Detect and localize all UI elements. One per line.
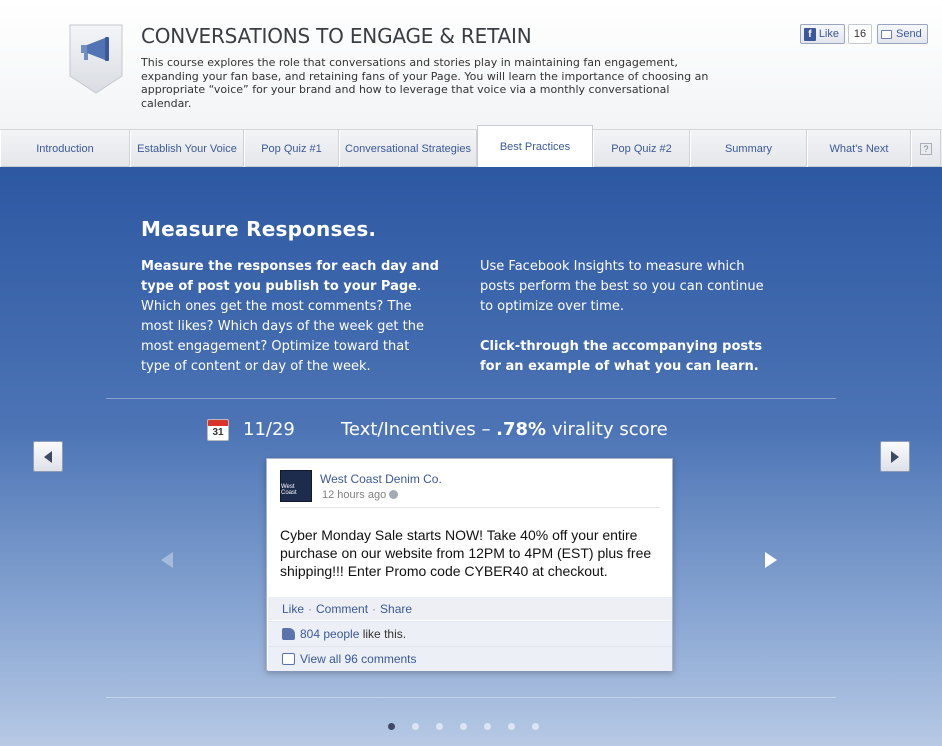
lesson-text-left-bold: Measure the responses for each day and t… xyxy=(141,259,439,294)
lesson-text-right: Use Facebook Insights to measure which p… xyxy=(480,257,780,377)
tab-summary[interactable]: Summary xyxy=(690,130,807,167)
virality-score-value: .78% xyxy=(496,419,547,440)
post-body-text: Cyber Monday Sale starts NOW! Take 40% o… xyxy=(280,527,652,579)
post-timestamp: 12 hours ago xyxy=(322,489,399,501)
course-title: CONVERSATIONS TO ENGAGE & RETAIN xyxy=(141,24,532,48)
separator-dot: · xyxy=(308,601,313,616)
arrow-left-icon xyxy=(44,450,52,463)
tab-best-practices[interactable]: Best Practices xyxy=(477,125,593,167)
comment-bubble-icon xyxy=(282,653,295,665)
comments-summary: View all 96 comments xyxy=(268,646,672,671)
lesson-text-right-p1: Use Facebook Insights to measure which p… xyxy=(480,259,764,314)
pagination-dot[interactable] xyxy=(508,723,515,730)
tab-establish-your-voice[interactable]: Establish Your Voice xyxy=(130,130,244,167)
divider xyxy=(106,697,836,698)
post-type-suffix: virality score xyxy=(546,419,668,440)
tab-conversational-strategies[interactable]: Conversational Strategies xyxy=(339,130,477,167)
likes-suffix: like this. xyxy=(359,627,407,641)
separator-dot: · xyxy=(372,601,377,616)
post-type-score: Text/Incentives – .78% virality score xyxy=(341,419,668,440)
previous-example-button[interactable] xyxy=(33,441,63,472)
pagination-dot[interactable] xyxy=(388,723,395,730)
course-nav-tabs: Introduction Establish Your Voice Pop Qu… xyxy=(0,125,942,167)
pagination-dot[interactable] xyxy=(412,723,419,730)
tab-help[interactable]: ? xyxy=(911,130,941,167)
arrow-right-icon xyxy=(891,450,899,463)
lesson-panel: Measure Responses. Measure the responses… xyxy=(0,167,942,746)
facebook-like-button[interactable]: f Like xyxy=(800,24,845,44)
previous-post-arrow-icon[interactable] xyxy=(161,552,173,568)
share-link[interactable]: Share xyxy=(380,602,412,616)
post-date: 11/29 xyxy=(243,419,295,440)
post-type-label: Text/Incentives – xyxy=(341,419,497,440)
page-name-link[interactable]: West Coast Denim Co. xyxy=(320,472,442,486)
pagination-dot[interactable] xyxy=(460,723,467,730)
facebook-send-button[interactable]: Send xyxy=(877,24,928,44)
pagination-dot[interactable] xyxy=(436,723,443,730)
tab-pop-quiz-1[interactable]: Pop Quiz #1 xyxy=(244,130,339,167)
tab-pop-quiz-2[interactable]: Pop Quiz #2 xyxy=(593,130,690,167)
pagination-dot[interactable] xyxy=(532,723,539,730)
like-button-label: Like xyxy=(818,28,839,40)
post-actions: Like · Comment · Share xyxy=(268,596,672,620)
calendar-day: 31 xyxy=(212,427,224,438)
course-description: This course explores the role that conve… xyxy=(141,56,709,110)
comment-link[interactable]: Comment xyxy=(316,602,368,616)
like-count-bubble: 16 xyxy=(848,24,872,44)
calendar-icon: 31 xyxy=(207,419,229,441)
pagination-dots xyxy=(388,723,539,730)
next-post-arrow-icon[interactable] xyxy=(765,552,777,568)
course-header: CONVERSATIONS TO ENGAGE & RETAIN This co… xyxy=(0,0,942,130)
section-title: Measure Responses. xyxy=(141,217,377,241)
send-button-label: Send xyxy=(896,28,922,40)
lesson-text-left: Measure the responses for each day and t… xyxy=(141,257,441,377)
next-example-button[interactable] xyxy=(880,441,910,472)
page-avatar[interactable]: West Coast xyxy=(280,470,312,502)
divider xyxy=(106,398,836,399)
thumbs-up-icon xyxy=(282,628,295,640)
facebook-f-icon: f xyxy=(804,27,816,41)
tab-whats-next[interactable]: What's Next xyxy=(807,130,911,167)
likes-count-link[interactable]: 804 people xyxy=(300,627,359,641)
like-link[interactable]: Like xyxy=(282,602,304,616)
likes-summary: 804 people like this. xyxy=(268,621,672,646)
help-icon: ? xyxy=(920,142,932,155)
send-icon xyxy=(881,29,892,39)
post-time-text: 12 hours ago xyxy=(322,489,387,501)
view-comments-link[interactable]: View all 96 comments xyxy=(300,652,417,666)
megaphone-badge-icon xyxy=(69,24,123,94)
globe-icon xyxy=(389,490,399,499)
tab-introduction[interactable]: Introduction xyxy=(0,130,130,167)
divider xyxy=(280,507,660,508)
lesson-text-right-p2: Click-through the accompanying posts for… xyxy=(480,339,763,374)
pagination-dot[interactable] xyxy=(484,723,491,730)
facebook-post-card: West Coast West Coast Denim Co. 12 hours… xyxy=(266,458,673,671)
